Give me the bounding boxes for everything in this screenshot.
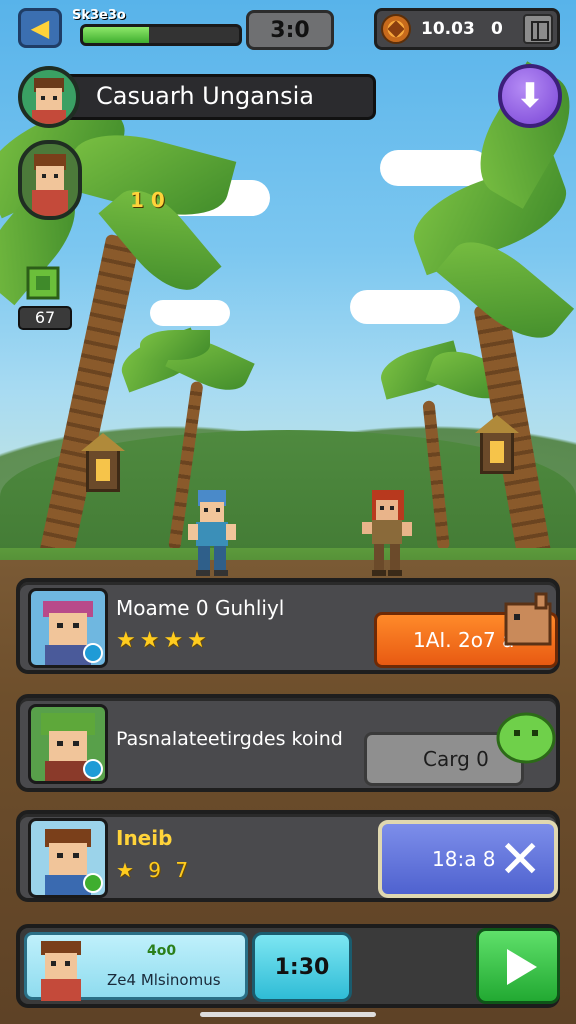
- avatar-portrait: [32, 78, 66, 124]
- cloud: [350, 290, 460, 324]
- close-icon: ✕: [498, 830, 542, 890]
- player-character: [188, 490, 236, 576]
- ally-avatar[interactable]: [18, 140, 82, 220]
- shield-badge-icon: [83, 643, 103, 663]
- quest-card[interactable]: Pasnalateetirgdes koind Carg 0: [16, 694, 560, 792]
- xp-progress-fill: [83, 27, 149, 43]
- friend-card[interactable]: Ineib ★ 9 7 18:a 8 ✕: [16, 810, 560, 902]
- coin-value: 10.03: [421, 19, 475, 39]
- home-indicator[interactable]: [200, 1012, 376, 1017]
- cloud: [150, 300, 230, 326]
- back-button[interactable]: ◀: [18, 8, 62, 48]
- xp-panel: ◀ Sk3e3o: [18, 8, 242, 48]
- palm-frond: [140, 330, 210, 360]
- lantern: [480, 430, 514, 474]
- shield-badge-icon: [83, 873, 103, 893]
- countdown-button[interactable]: 1:30: [252, 932, 352, 1002]
- inventory-item[interactable]: 67: [18, 262, 72, 330]
- dismiss-button[interactable]: 18:a 8 ✕: [378, 820, 558, 898]
- rival-character: [362, 490, 412, 576]
- coin-count: 0: [491, 19, 503, 39]
- player-avatar[interactable]: [18, 66, 80, 128]
- cloud: [380, 150, 490, 186]
- profile-line-1: 4o0: [147, 943, 177, 959]
- lantern: [86, 448, 120, 492]
- star-rating: ★★★★: [116, 628, 211, 653]
- profile-panel[interactable]: 4o0 Ze4 Mlsinomus: [24, 932, 248, 1001]
- ally-avatar-frame: [18, 140, 82, 220]
- quest-title: Pasnalateetirgdes koind: [116, 728, 343, 750]
- ally-portrait: [32, 154, 68, 216]
- opponent-card[interactable]: Moame 0 Guhliyl ★★★★ 1AI. 2o7 a: [16, 578, 560, 674]
- play-button[interactable]: [476, 928, 560, 1004]
- profile-portrait: [41, 941, 81, 1001]
- profile-line-2: Ze4 Mlsinomus: [107, 971, 221, 989]
- bottom-bar: 4o0 Ze4 Mlsinomus 1:30: [16, 924, 560, 1008]
- herb-icon: [26, 266, 60, 300]
- download-button[interactable]: ⬇: [498, 64, 562, 128]
- claim-button-label: Carg 0: [423, 747, 489, 771]
- item-count: 67: [18, 306, 72, 330]
- level-tag: 1 0: [130, 188, 165, 212]
- friend-stats: ★ 9 7: [116, 858, 193, 882]
- shield-badge-icon: [83, 759, 103, 779]
- player-banner: Casuarh Ungansia: [18, 66, 376, 128]
- opponent-avatar: [28, 588, 108, 668]
- xp-progress-bar: [80, 24, 242, 46]
- dismiss-button-label: 18:a 8: [432, 847, 496, 871]
- map-icon[interactable]: [523, 14, 553, 44]
- arrow-down-icon: ⬇: [515, 76, 545, 116]
- player-name: Casuarh Ungansia: [96, 82, 314, 110]
- slime-icon: [496, 712, 556, 764]
- match-timer: 3:0: [246, 10, 334, 50]
- friend-avatar: [28, 818, 108, 898]
- arrow-left-icon: ◀: [30, 14, 50, 42]
- boar-icon: [504, 592, 552, 646]
- xp-label: Sk3e3o: [72, 8, 126, 23]
- coin-icon: [381, 14, 411, 44]
- friend-name: Ineib: [116, 826, 173, 850]
- opponent-name: Moame 0 Guhliyl: [116, 596, 285, 620]
- quest-avatar: [28, 704, 108, 784]
- currency-panel: 10.03 0: [374, 8, 560, 50]
